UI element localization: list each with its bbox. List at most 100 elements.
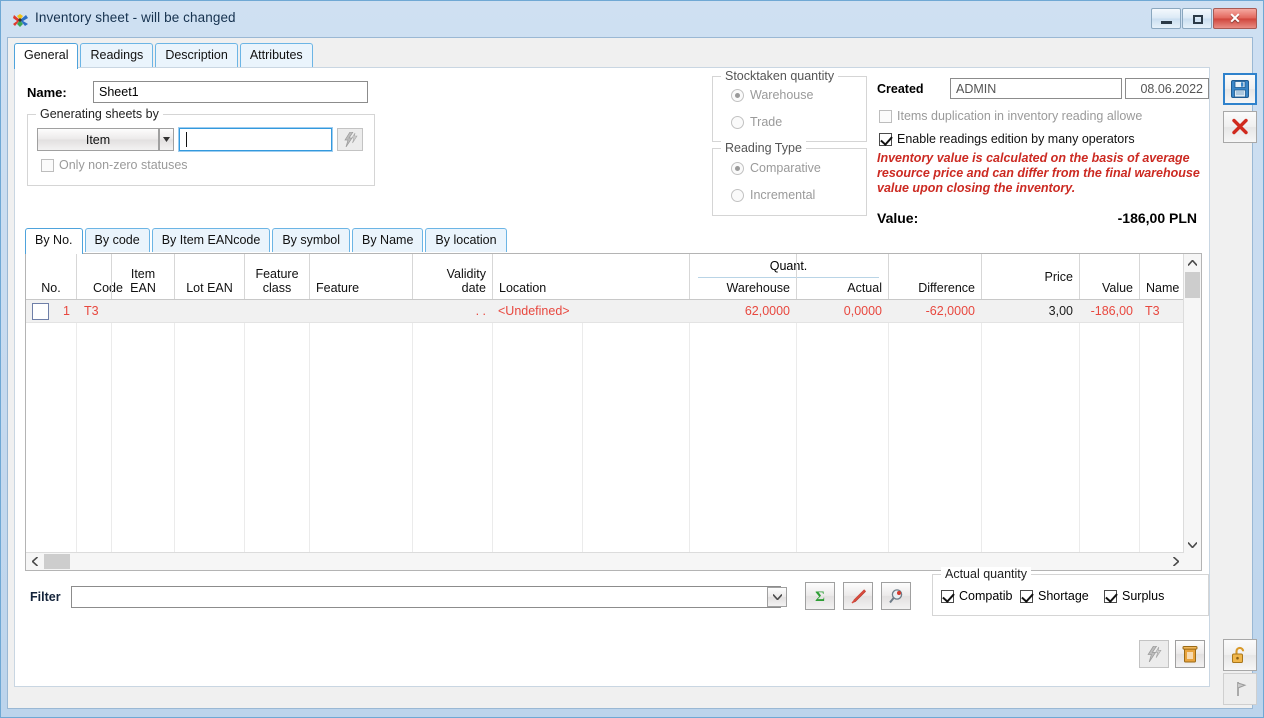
text-cursor [186,132,187,147]
minimize-button[interactable] [1151,8,1181,29]
column-header-warehouse[interactable]: Warehouse [689,254,796,299]
sub-tabs: By No. By code By Item EANcode By symbol… [25,228,509,254]
maximize-button[interactable] [1182,8,1212,29]
filter-input[interactable] [71,586,781,608]
pin-button[interactable] [1223,673,1257,705]
checkbox-box [879,109,892,123]
subtab-by-no[interactable]: By No. [25,228,83,254]
created-date-field[interactable]: 08.06.2022 [1125,78,1209,99]
subtab-by-name[interactable]: By Name [352,228,424,252]
cell-lot-ean [174,300,244,322]
lightning-icon [1147,646,1162,662]
reading-type-group: Reading Type [712,141,867,216]
radio-warehouse-label: Warehouse [750,88,814,102]
cell-feature-class [244,300,309,322]
column-header-no[interactable]: No. [26,254,76,299]
cell-item-ean [111,300,174,322]
horizontal-scroll-thumb[interactable] [44,554,70,569]
close-button[interactable]: ✕ [1213,8,1257,29]
open-padlock-icon [1232,646,1245,663]
svg-text:Σ: Σ [815,589,825,604]
generate-button[interactable] [337,128,363,151]
generating-kind-button[interactable]: Item [37,128,159,151]
magnifier-icon [888,588,902,603]
radio-warehouse[interactable]: Warehouse [731,88,813,102]
cell-feature [309,300,412,322]
inventory-value-warning: Inventory value is calculated on the bas… [877,151,1200,195]
scroll-up-button[interactable] [1184,254,1201,271]
subtab-by-item-eancode[interactable]: By Item EANcode [151,228,271,252]
column-header-validity-date[interactable]: Validity date [412,254,492,299]
only-nonzero-label: Only non-zero statuses [59,158,187,172]
pen-icon [851,589,866,603]
column-header-feature[interactable]: Feature [309,254,412,299]
many-operators-checkbox[interactable]: Enable readings edition by many operator… [879,132,1209,146]
column-header-lot-ean[interactable]: Lot EAN [174,254,244,299]
tab-general[interactable]: General [14,43,79,69]
radio-comparative-label: Comparative [750,161,821,175]
generating-value-input[interactable] [178,127,333,152]
radio-trade[interactable]: Trade [731,115,782,129]
checkbox-compatible[interactable]: Compatib [941,589,1019,603]
filter-label: Filter [30,590,61,604]
cell-actual: 0,0000 [843,304,882,318]
items-duplication-checkbox[interactable]: Items duplication in inventory reading a… [879,109,1209,123]
scroll-down-button[interactable] [1184,536,1201,553]
grid-header: No. Code Item EAN Lot EAN Feature class … [26,254,1201,300]
subtab-by-symbol[interactable]: By symbol [272,228,350,252]
scroll-left-button[interactable] [26,553,43,570]
column-header-price[interactable]: Price [981,254,1079,299]
cell-difference: -62,0000 [925,304,975,318]
find-button[interactable] [881,582,911,610]
checkbox-compatible-label: Compatib [959,589,1013,603]
generate-rows-button[interactable] [1139,640,1169,668]
inventory-grid[interactable]: No. Code Item EAN Lot EAN Feature class … [25,253,1202,571]
tab-description[interactable]: Description [155,43,238,67]
save-button[interactable] [1223,73,1257,105]
cancel-button[interactable] [1223,111,1257,143]
column-header-location[interactable]: Location [492,254,582,299]
column-header-item-ean[interactable]: Item EAN [111,254,174,299]
checkbox-box [1104,589,1117,603]
scrollbar-corner [1184,553,1201,570]
cell-warehouse: 62,0000 [744,304,790,318]
title-bar: Inventory sheet - will be changed ✕ [1,1,1264,35]
table-row[interactable]: 1 T3 . . <Undefined> 62,0000 0,0000 -62,… [26,300,1201,323]
tab-readings[interactable]: Readings [80,43,154,67]
general-page: Name: Sheet1 Generating sheets by Item O… [14,67,1210,687]
subtab-by-code[interactable]: By code [84,228,150,252]
chevron-left-icon [31,557,38,566]
only-nonzero-checkbox[interactable]: Only non-zero statuses [41,158,191,172]
radio-trade-label: Trade [750,115,783,129]
grid-vertical-scrollbar[interactable] [1183,254,1201,570]
value-amount: -186,00 PLN [1117,210,1197,226]
column-header-difference[interactable]: Difference [888,254,981,299]
checkbox-shortage[interactable]: Shortage [1020,589,1100,603]
subtab-by-location[interactable]: By location [425,228,507,252]
checkbox-box [41,158,54,172]
column-header-value[interactable]: Value [1079,254,1139,299]
radio-incremental[interactable]: Incremental [731,188,815,202]
name-label: Name: [27,85,67,100]
unlock-button[interactable] [1223,639,1257,671]
generating-kind-dropdown[interactable] [159,128,174,151]
cell-name: T3 [1145,304,1160,318]
edit-button[interactable] [843,582,873,610]
vertical-scroll-thumb[interactable] [1185,272,1200,298]
delete-button[interactable] [1175,640,1205,668]
scroll-right-button[interactable] [1167,553,1184,570]
column-header-name[interactable]: Name [1139,254,1186,299]
column-header-actual[interactable]: Actual [796,254,888,299]
trash-icon [1182,646,1198,663]
sum-button[interactable]: Σ [805,582,835,610]
filter-dropdown-button[interactable] [767,587,787,607]
created-user-field[interactable]: ADMIN [950,78,1122,99]
checkbox-surplus[interactable]: Surplus [1104,589,1179,603]
column-header-feature-class[interactable]: Feature class [244,254,309,299]
stocktaken-quantity-group: Stocktaken quantity [712,69,867,142]
radio-comparative[interactable]: Comparative [731,161,821,175]
radio-circle [731,188,744,202]
name-input[interactable]: Sheet1 [93,81,368,103]
tab-attributes[interactable]: Attributes [239,43,313,67]
pin-icon [1237,682,1247,696]
